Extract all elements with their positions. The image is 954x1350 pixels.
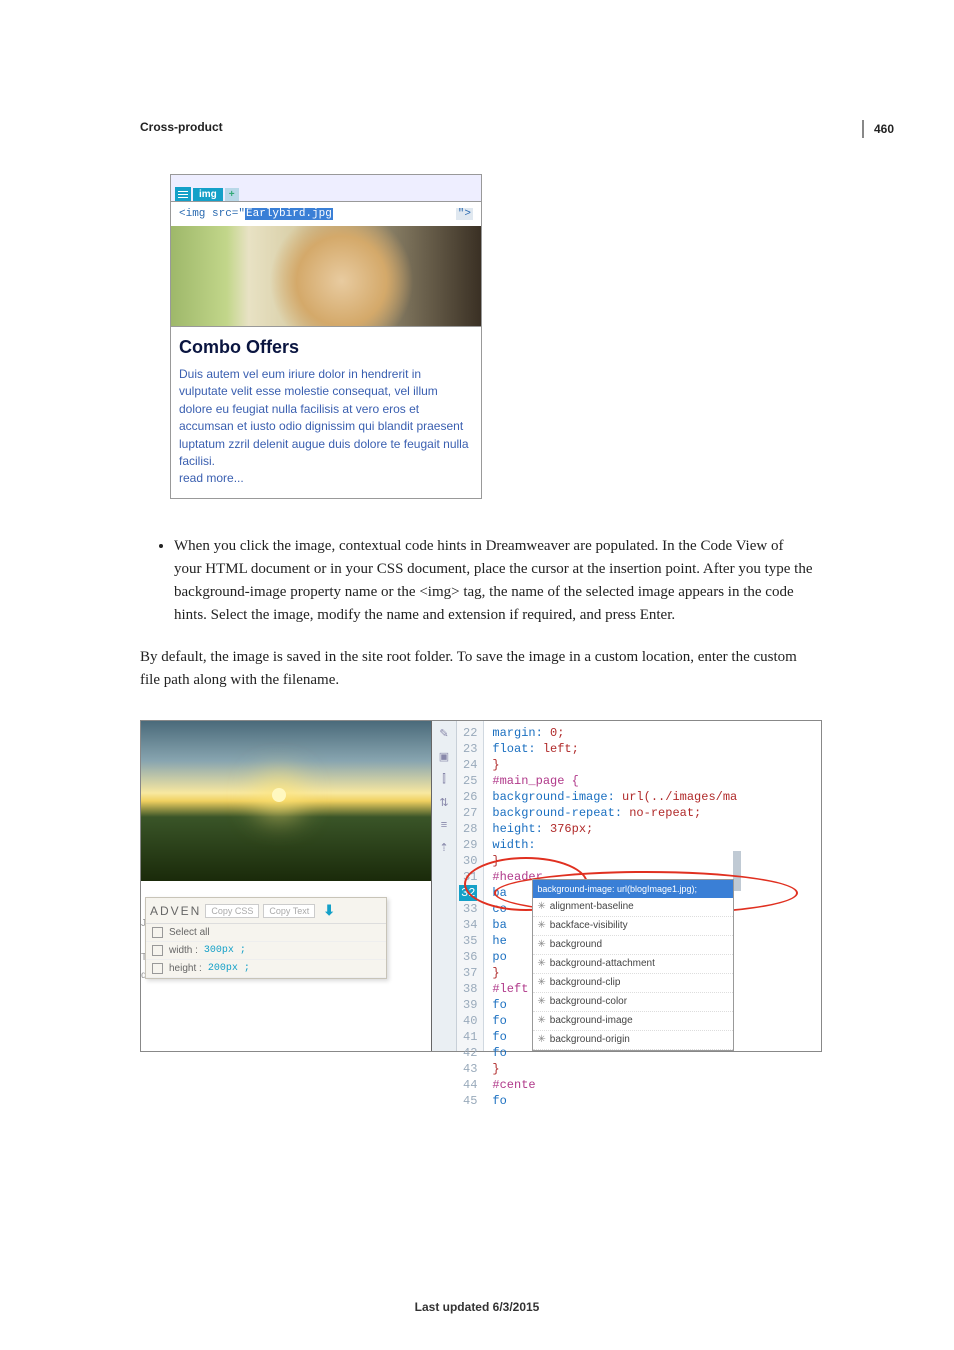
sunset-image	[141, 721, 431, 881]
code-selected-filename: Earlybird.jpg	[245, 208, 333, 220]
page: 460 Cross-product img + <img src="Earlyb…	[0, 0, 954, 1350]
code-suffix: ">	[456, 208, 473, 220]
gutter-icon[interactable]: ▣	[439, 750, 449, 763]
figure1-body: Duis autem vel eum iriure dolor in hendr…	[171, 360, 481, 498]
gutter-icon[interactable]: ≡	[441, 819, 447, 831]
code-hint-popup[interactable]: background-image: url(blogImage1.jpg); ✳…	[532, 879, 734, 1051]
code-line: fo	[492, 1093, 737, 1109]
gutter-icon[interactable]: ✎	[439, 727, 448, 740]
copy-css-button[interactable]: Copy CSS	[205, 904, 259, 918]
extract-brand: ADVEN	[150, 904, 201, 918]
hint-item[interactable]: ✳background-color	[533, 993, 733, 1012]
code-line: height: 376px;	[492, 821, 737, 837]
bullet-item: When you click the image, contextual cod…	[174, 535, 814, 628]
code-line: width:	[492, 837, 737, 853]
code-line: #main_page {	[492, 773, 737, 789]
figure-combo-offers: img + <img src="Earlybird.jpg "> Combo O…	[170, 174, 482, 499]
extract-panel: ADVEN Copy CSS Copy Text ⬇ Select all wi…	[145, 897, 387, 979]
figure1-code-line: <img src="Earlybird.jpg ">	[171, 202, 481, 226]
code-line: background-repeat: no-repeat;	[492, 805, 737, 821]
hamburger-icon[interactable]	[175, 187, 191, 201]
hint-item[interactable]: ✳alignment-baseline	[533, 898, 733, 917]
checkbox-icon[interactable]	[152, 945, 163, 956]
insert-arrow-icon[interactable]: ⬇	[323, 902, 335, 919]
code-line: }	[492, 1061, 737, 1077]
select-all-option[interactable]: Select all	[146, 924, 386, 942]
checkbox-icon[interactable]	[152, 963, 163, 974]
last-updated-footer: Last updated 6/3/2015	[0, 1300, 954, 1314]
figure-code-hints: January These a deliver ADVEN Copy CSS C…	[140, 720, 822, 1052]
figure1-body-text: Duis autem vel eum iriure dolor in hendr…	[179, 367, 469, 468]
code-prefix: <img src="	[179, 208, 245, 220]
hint-item[interactable]: ✳background-origin	[533, 1031, 733, 1050]
code-line: background-image: url(../images/ma	[492, 789, 737, 805]
width-option[interactable]: width : 300px ;	[146, 942, 386, 960]
bullet-list: When you click the image, contextual cod…	[140, 535, 814, 628]
gutter-icon[interactable]: ⇅	[439, 796, 448, 809]
code-line: float: left;	[492, 741, 737, 757]
hint-item[interactable]: ✳backface-visibility	[533, 917, 733, 936]
copy-text-button[interactable]: Copy Text	[263, 904, 315, 918]
code-line: }	[492, 757, 737, 773]
figure2-left-panel: January These a deliver ADVEN Copy CSS C…	[141, 721, 432, 1051]
gutter-icon[interactable]: ⫿	[442, 773, 446, 786]
paragraph: By default, the image is saved in the si…	[140, 646, 814, 693]
code-column[interactable]: margin: 0; float: left;}#main_page { bac…	[484, 721, 741, 1051]
hint-item[interactable]: ✳background-clip	[533, 974, 733, 993]
hint-item[interactable]: ✳background-attachment	[533, 955, 733, 974]
figure1-heading: Combo Offers	[171, 327, 481, 360]
hint-item[interactable]: ✳background	[533, 936, 733, 955]
section-heading: Cross-product	[140, 120, 814, 134]
hint-item[interactable]: ✳background-image	[533, 1012, 733, 1031]
height-option[interactable]: height : 200px ;	[146, 960, 386, 978]
gutter-icon[interactable]: ⇡	[439, 841, 448, 854]
checkbox-icon[interactable]	[152, 927, 163, 938]
tab-img[interactable]: img	[193, 188, 223, 201]
code-line: margin: 0;	[492, 725, 737, 741]
figure1-tabbar: img +	[171, 175, 481, 202]
code-pane: 2223242526272829303132333435363738394041…	[457, 721, 821, 1051]
code-gutter: ✎ ▣ ⫿ ⇅ ≡ ⇡	[432, 721, 457, 1051]
tab-add[interactable]: +	[225, 188, 239, 201]
code-line: #cente	[492, 1077, 737, 1093]
figure1-read-more[interactable]: read more...	[179, 471, 244, 485]
hint-header: background-image: url(blogImage1.jpg);	[533, 880, 733, 898]
page-number: 460	[862, 120, 894, 138]
figure1-image	[171, 226, 481, 327]
